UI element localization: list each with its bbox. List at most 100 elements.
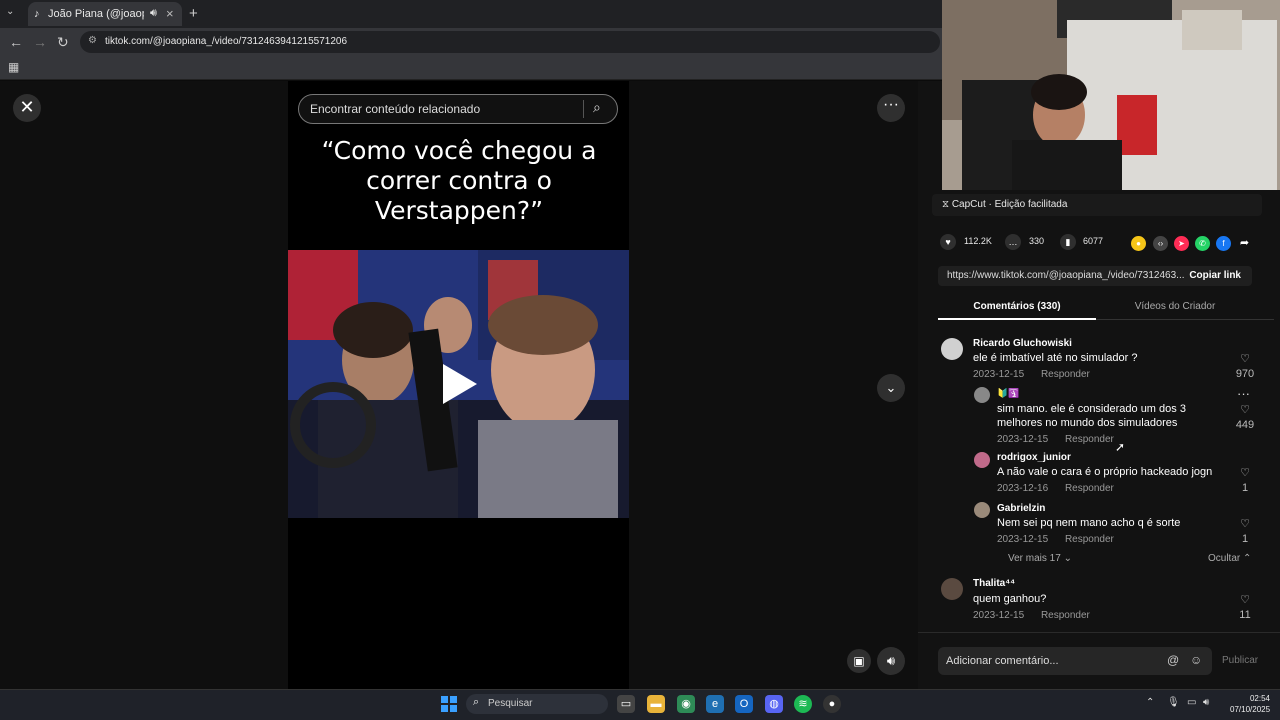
back-button[interactable]: ←: [9, 34, 23, 50]
reply-button[interactable]: Responder: [1041, 610, 1090, 621]
taskbar-clock[interactable]: 02:54 07/10/2025: [1230, 693, 1270, 715]
close-tab-icon[interactable]: ×: [166, 6, 174, 21]
forward-share-icon[interactable]: ➦: [1237, 236, 1252, 251]
comment-username[interactable]: Ricardo Gluchowiski: [973, 338, 1072, 349]
video-caption-quote: “Como você chegou a correr contra o Vers…: [321, 136, 597, 225]
comment-like-icon[interactable]: ♡: [1235, 466, 1255, 479]
outlook-icon[interactable]: O: [735, 695, 753, 713]
avatar[interactable]: [941, 338, 963, 360]
next-video-chevron-icon[interactable]: ⌄: [877, 374, 905, 402]
save-count: 6077: [1083, 236, 1104, 246]
network-icon[interactable]: ▭: [1187, 697, 1196, 708]
task-view-icon[interactable]: ▭: [617, 695, 635, 713]
tab-title: João Piana (@joaopiana_) |: [48, 8, 144, 20]
search-icon[interactable]: ⌕: [593, 99, 601, 116]
comment-date: 2023-12-15: [997, 434, 1049, 445]
comment-options-icon[interactable]: ···: [1237, 386, 1250, 401]
comment-like-icon[interactable]: ♡: [1235, 517, 1255, 530]
embed-code-icon[interactable]: ‹›: [1153, 236, 1168, 251]
whatsapp-icon[interactable]: ✆: [1195, 236, 1210, 251]
comment-username[interactable]: rodrigox_junior: [997, 452, 1071, 463]
comment-like-count: 1: [1241, 482, 1249, 494]
comment-meta: 2023-12-15 Responder: [973, 369, 1090, 380]
address-bar[interactable]: ⚙ tiktok.com/@joaopiana_/video/731246394…: [80, 31, 940, 53]
avatar[interactable]: [974, 387, 990, 403]
capcut-promo-link[interactable]: ⧖ CapCut · Edição facilitada: [932, 194, 1262, 216]
reload-button[interactable]: ↻: [57, 34, 69, 51]
comment-text: sim mano. ele é considerado um dos 3 mel…: [997, 403, 1186, 429]
comment-meta: 2023-12-15 Responder: [997, 434, 1114, 445]
reply-button[interactable]: Responder: [1065, 534, 1114, 545]
share-link-box[interactable]: https://www.tiktok.com/@joaopiana_/video…: [938, 266, 1252, 286]
comment-badges: 🔰🛐: [997, 388, 1020, 398]
taskbar: [0, 689, 1280, 720]
avatar[interactable]: [974, 502, 990, 518]
microphone-icon[interactable]: 🎙︎: [1167, 697, 1180, 708]
comment-date: 2023-12-15: [973, 369, 1025, 380]
new-tab-button[interactable]: +: [189, 5, 198, 22]
file-explorer-icon[interactable]: ▬: [647, 695, 665, 713]
emoji-icon[interactable]: ☺: [1190, 653, 1202, 667]
floating-player-icon[interactable]: ▣: [847, 649, 871, 673]
tray-expand-icon[interactable]: ⌃: [1146, 697, 1154, 708]
browser-tab[interactable]: ♪ João Piana (@joaopiana_) | 🔊︎ ×: [28, 2, 182, 26]
share-link-text: https://www.tiktok.com/@joaopiana_/video…: [947, 270, 1185, 281]
comment-like-count: 1: [1241, 533, 1249, 545]
chrome-icon[interactable]: ◉: [677, 695, 695, 713]
avatar[interactable]: [941, 578, 963, 600]
tab-creator-videos[interactable]: Vídeos do Criador: [1098, 301, 1252, 312]
capcut-icon: ⧖: [942, 199, 952, 210]
comment-username[interactable]: Thalita⁴⁴: [973, 578, 1015, 589]
volume-icon[interactable]: 🔊︎: [877, 647, 905, 675]
speaker-icon[interactable]: 🔊︎: [150, 7, 157, 20]
comment-like-icon[interactable]: ♡: [1235, 352, 1255, 365]
clock-date: 07/10/2025: [1230, 705, 1271, 714]
mention-icon[interactable]: @: [1167, 653, 1179, 667]
comment-meta: 2023-12-15 Responder: [973, 610, 1090, 621]
play-icon[interactable]: [443, 364, 477, 404]
comment-like-count: 11: [1239, 609, 1251, 621]
volume-tray-icon[interactable]: 🔊︎: [1203, 697, 1209, 708]
apps-grid-icon[interactable]: ▦: [8, 60, 19, 74]
tab-comments[interactable]: Comentários (330): [938, 301, 1096, 312]
forward-button[interactable]: →: [33, 34, 47, 50]
chevron-down-icon: ⌄: [1063, 553, 1072, 564]
comment-input[interactable]: Adicionar comentário... @ ☺: [938, 647, 1212, 675]
facebook-icon[interactable]: f: [1216, 236, 1231, 251]
coin-share-icon[interactable]: ●: [1131, 236, 1146, 251]
publish-button[interactable]: Publicar: [1222, 655, 1258, 666]
comment-text: Nem sei pq nem mano acho q é sorte: [997, 517, 1181, 529]
close-video-button[interactable]: ✕: [13, 94, 41, 122]
comment-like-icon[interactable]: ♡: [1235, 593, 1255, 606]
discord-icon[interactable]: ◍: [765, 695, 783, 713]
bookmark-icon[interactable]: ▮: [1060, 234, 1076, 250]
comment-date: 2023-12-15: [997, 534, 1049, 545]
comment-like-icon[interactable]: ♡: [1235, 403, 1255, 416]
site-info-icon[interactable]: ⚙: [88, 35, 97, 46]
taskbar-search-input[interactable]: ⌕ Pesquisar: [466, 694, 608, 714]
spotify-icon[interactable]: ≋: [794, 695, 812, 713]
comment-username[interactable]: Gabrielzin: [997, 503, 1045, 514]
copy-link-button[interactable]: Copiar link: [1189, 270, 1241, 281]
hide-replies-button[interactable]: Ocultar ⌃: [1208, 553, 1251, 564]
reply-button[interactable]: Responder: [1065, 483, 1114, 494]
more-options-icon[interactable]: ···: [877, 94, 905, 122]
view-more-replies-button[interactable]: Ver mais 17 ⌄: [1008, 553, 1072, 564]
tab-search-icon[interactable]: ⌄: [6, 6, 14, 17]
avatar[interactable]: [974, 452, 990, 468]
send-share-icon[interactable]: ➤: [1174, 236, 1189, 251]
webcam-overlay: [942, 0, 1280, 190]
related-search-input[interactable]: Encontrar conteúdo relacionado ⌕: [298, 94, 618, 124]
windows-start-icon[interactable]: [441, 696, 457, 712]
comment-text: A não vale o cara é o próprio hackeado j…: [997, 466, 1213, 478]
recording-app-icon[interactable]: ●: [823, 695, 841, 713]
edge-icon[interactable]: e: [706, 695, 724, 713]
comment-count: 330: [1029, 236, 1045, 246]
divider: [583, 100, 584, 118]
like-icon[interactable]: ♥: [940, 234, 956, 250]
reply-button[interactable]: Responder: [1041, 369, 1090, 380]
comment-icon[interactable]: …: [1005, 234, 1021, 250]
reply-button[interactable]: Responder: [1065, 434, 1114, 445]
like-count: 112.2K: [964, 236, 992, 246]
chevron-up-icon: ⌃: [1243, 553, 1252, 564]
